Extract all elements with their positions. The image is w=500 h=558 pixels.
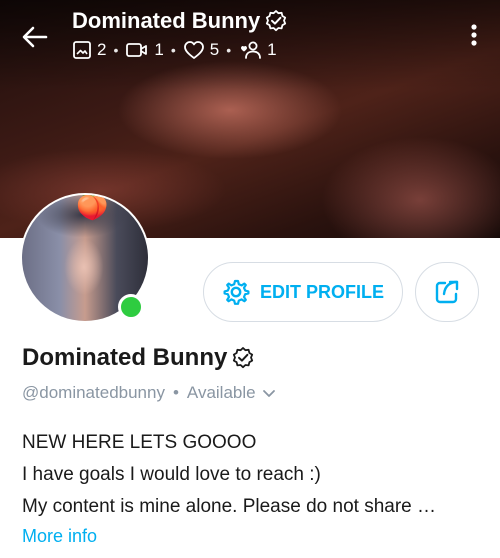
heart-icon [183, 41, 204, 59]
profile-bio: NEW HERE LETS GOOOO I have goals I would… [22, 427, 436, 523]
edit-profile-label: EDIT PROFILE [259, 281, 384, 302]
stat-photos: 2 [72, 40, 106, 60]
verified-icon [266, 10, 287, 32]
bio-line: I have goals I would love to reach :) [22, 464, 321, 485]
edit-profile-button[interactable]: EDIT PROFILE [203, 262, 403, 322]
kebab-menu-icon [471, 24, 477, 46]
back-arrow-icon [22, 26, 48, 48]
stat-videos: 1 [125, 40, 164, 60]
verified-icon [233, 347, 254, 369]
availability-dropdown[interactable]: Available [187, 383, 276, 403]
stat-likes: 5 [183, 40, 219, 60]
avatar-emoji: 🍑 [76, 195, 109, 221]
share-icon [435, 280, 459, 304]
separator-dot: • [226, 42, 232, 58]
bio-line: My content is mine alone. Please do not … [22, 496, 437, 517]
stat-fans: 1 [238, 40, 277, 60]
fans-icon [241, 41, 262, 59]
separator-dot: • [170, 42, 176, 58]
share-button[interactable] [415, 262, 479, 322]
video-icon [126, 43, 148, 57]
profile-name: Dominated Bunny [22, 344, 255, 372]
header-title: Dominated Bunny [72, 8, 288, 34]
more-menu-button[interactable] [464, 20, 484, 50]
chevron-down-icon [262, 390, 275, 397]
bio-line: NEW HERE LETS GOOOO [22, 432, 257, 453]
separator-dot: • [172, 383, 179, 402]
online-status-indicator [118, 294, 144, 320]
videos-count: 1 [154, 40, 164, 59]
back-button[interactable] [18, 20, 52, 54]
fans-count: 1 [267, 40, 277, 59]
photos-count: 2 [97, 40, 107, 59]
image-icon [73, 41, 91, 59]
separator-dot: • [113, 42, 119, 58]
more-info-link[interactable]: More info [22, 526, 97, 547]
profile-name-text: Dominated Bunny [22, 344, 228, 371]
availability-status: Available [186, 383, 256, 402]
header-stats: 2 • 1 • 5 • 1 [72, 40, 277, 60]
likes-count: 5 [209, 40, 220, 59]
gear-icon [223, 279, 250, 305]
header-name: Dominated Bunny [72, 8, 261, 33]
handle-row: @dominatedbunny • Available [22, 383, 276, 403]
profile-handle: @dominatedbunny [22, 383, 165, 402]
